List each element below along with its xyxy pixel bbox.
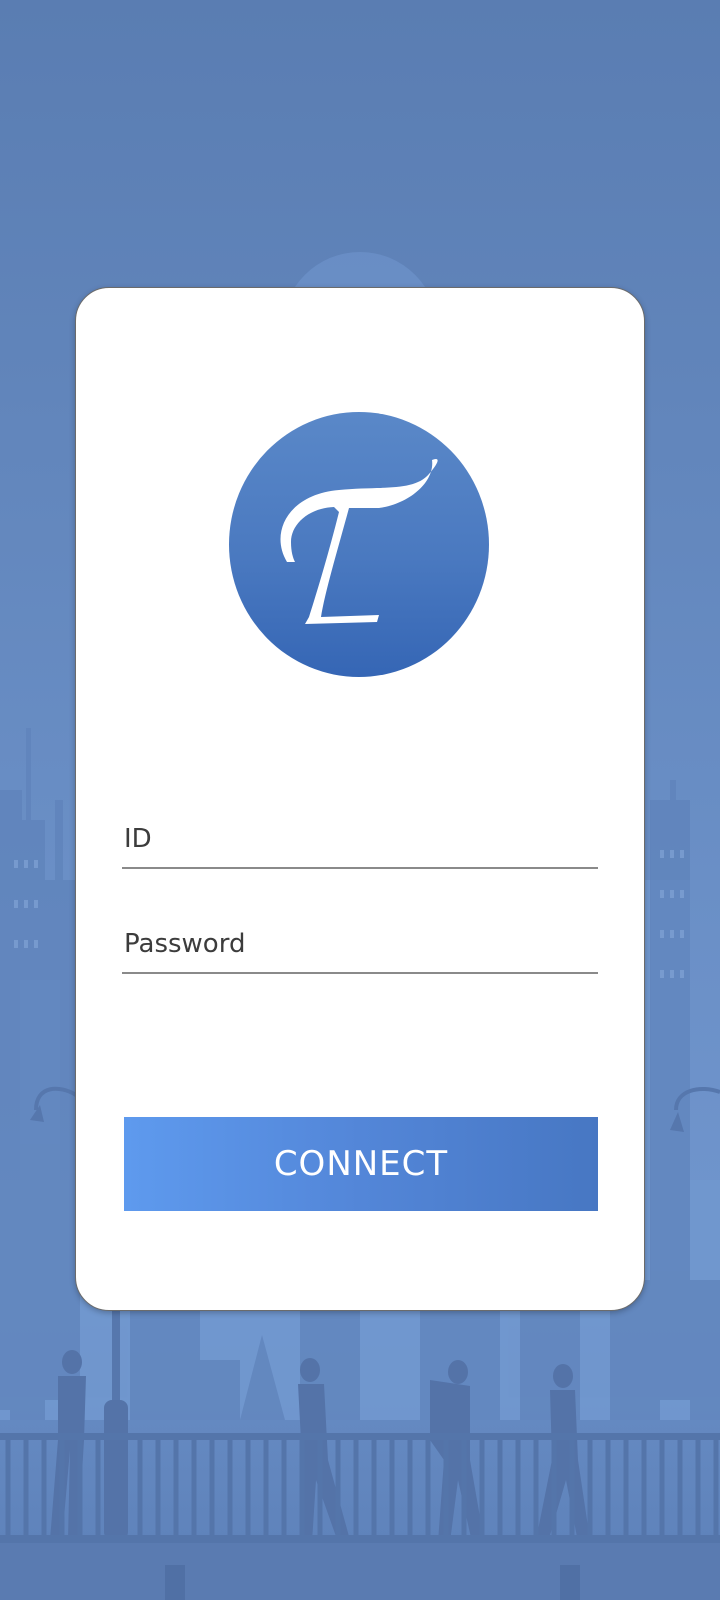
connect-button[interactable]: CONNECT xyxy=(124,1117,598,1211)
t-letter-logo-icon xyxy=(229,412,489,677)
password-input[interactable] xyxy=(122,922,598,974)
id-input[interactable] xyxy=(122,817,598,869)
